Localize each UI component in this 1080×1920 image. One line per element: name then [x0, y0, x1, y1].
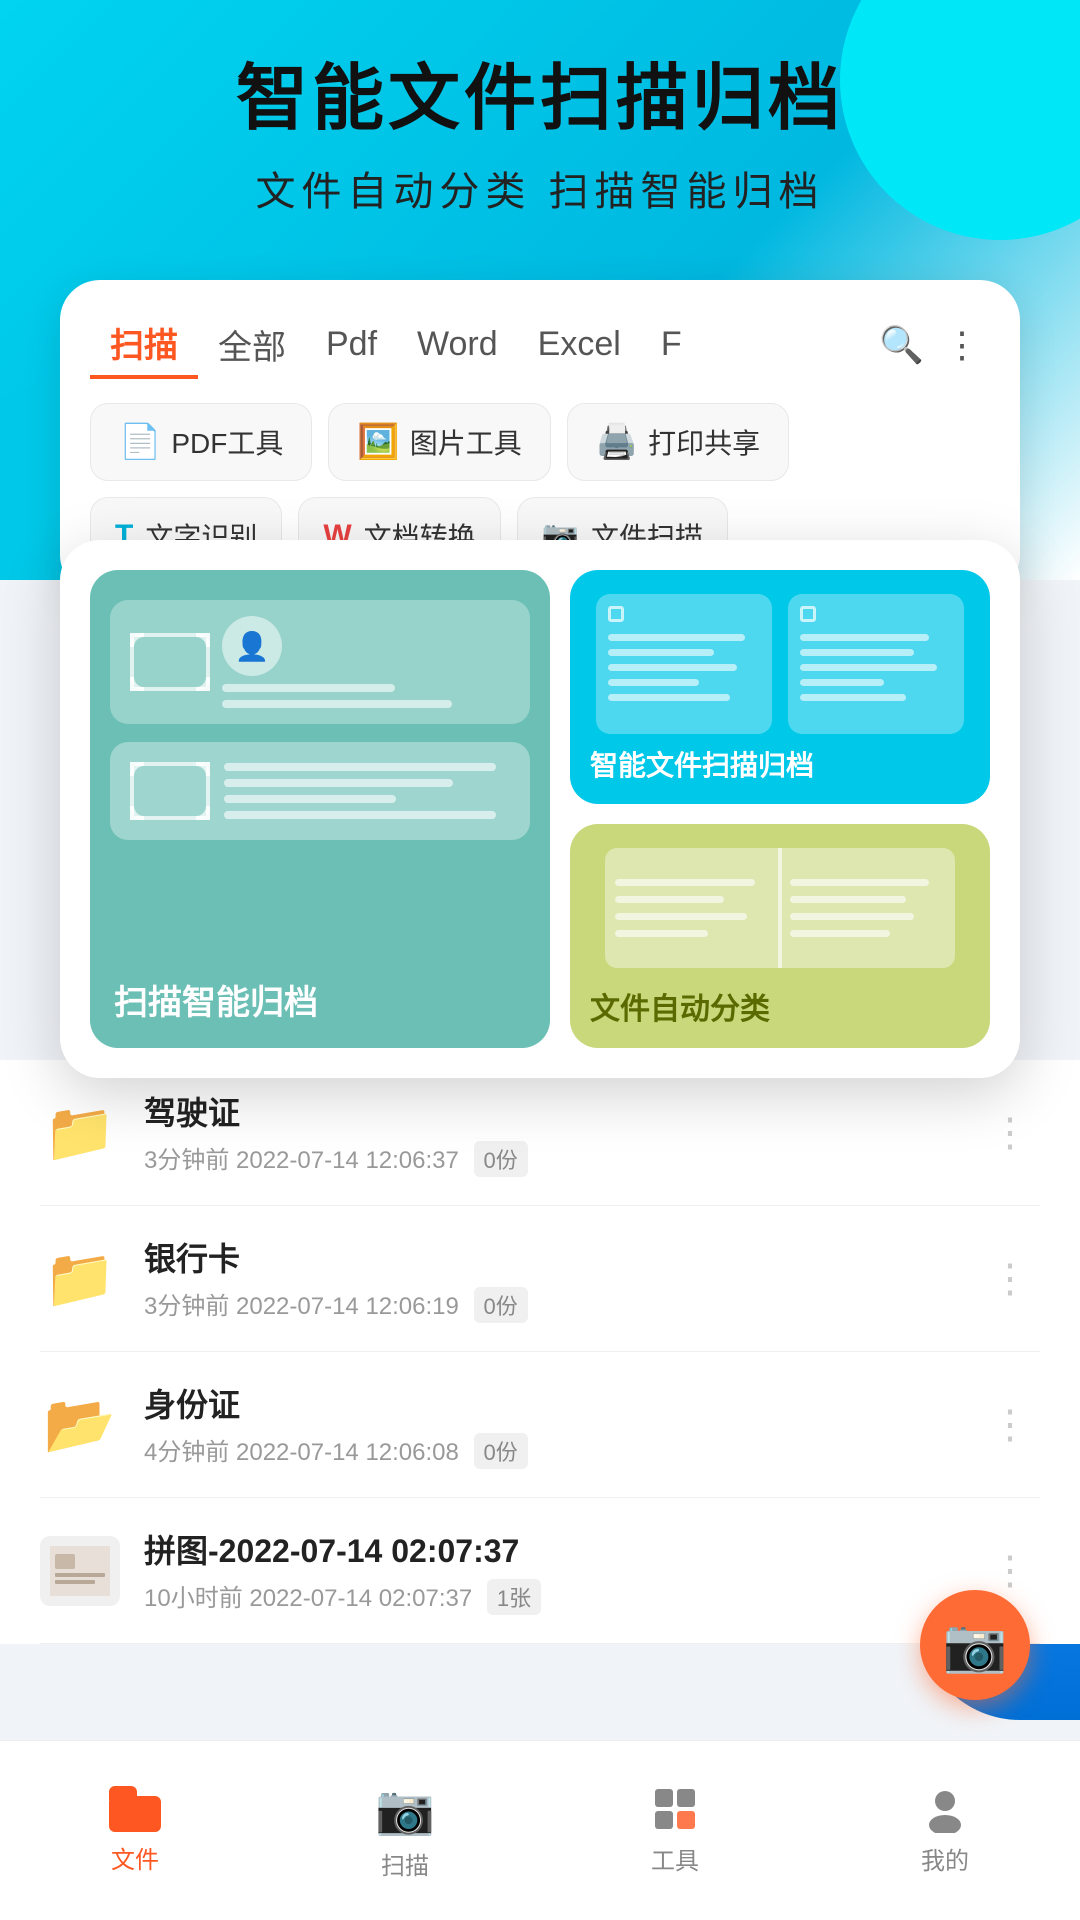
- id-card-mockup: 👤: [110, 600, 530, 724]
- file-item[interactable]: 📂 身份证 4分钟前 2022-07-14 12:06:08 0份 ⋮: [40, 1352, 1040, 1498]
- book-lines-left: [605, 865, 780, 951]
- popup-right-top-label: 智能文件扫描归档: [586, 744, 818, 784]
- files-nav-icon: [109, 1786, 161, 1832]
- image-tool-label: 图片工具: [410, 422, 522, 462]
- scan-nav-label: 扫描: [381, 1846, 429, 1881]
- header-subtitle: 文件自动分类 扫描智能归档: [0, 159, 1080, 217]
- file-item[interactable]: 📁 驾驶证 3分钟前 2022-07-14 12:06:37 0份 ⋮: [40, 1060, 1040, 1206]
- tab-word[interactable]: Word: [397, 317, 518, 372]
- book-icon: [605, 848, 954, 968]
- file-thumb: [40, 1536, 120, 1606]
- file-item[interactable]: 📁 银行卡 3分钟前 2022-07-14 12:06:19 0份 ⋮: [40, 1206, 1040, 1352]
- popup-right-bottom-label: 文件自动分类: [586, 984, 774, 1028]
- file-name: 驾驶证: [144, 1088, 956, 1134]
- popup-right-bottom: 文件自动分类: [570, 824, 990, 1048]
- popup-left-label: 扫描智能归档: [110, 975, 322, 1024]
- tool-row: 📄 PDF工具 🖼️ 图片工具 🖨️ 打印共享: [90, 403, 990, 481]
- camera-icon: 📷: [943, 1615, 1008, 1676]
- folder-icon: 📁: [40, 1244, 120, 1314]
- popup-card: 👤 扫描智能归档: [60, 540, 1020, 1078]
- file-meta: 3分钟前 2022-07-14 12:06:37 0份: [144, 1140, 956, 1177]
- file-name: 拼图-2022-07-14 02:07:37: [144, 1526, 956, 1572]
- header-title: 智能文件扫描归档: [0, 60, 1080, 139]
- doc-icon-1: [596, 594, 772, 734]
- header-section: 智能文件扫描归档 文件自动分类 扫描智能归档: [0, 60, 1080, 217]
- file-info: 银行卡 3分钟前 2022-07-14 12:06:19 0份: [144, 1234, 956, 1323]
- file-info: 身份证 4分钟前 2022-07-14 12:06:08 0份: [144, 1380, 956, 1469]
- tab-scan[interactable]: 扫描: [90, 310, 198, 379]
- file-badge: 1张: [487, 1579, 541, 1615]
- file-info: 拼图-2022-07-14 02:07:37 10小时前 2022-07-14 …: [144, 1526, 956, 1615]
- thumbnail-svg: [50, 1546, 110, 1596]
- popup-right-top: 智能文件扫描归档: [570, 570, 990, 804]
- file-badge: 0份: [474, 1141, 528, 1177]
- file-info: 驾驶证 3分钟前 2022-07-14 12:06:37 0份: [144, 1088, 956, 1177]
- book-spine: [778, 848, 782, 968]
- folder-icon: 📁: [40, 1098, 120, 1168]
- print-icon: 🖨️: [596, 422, 638, 462]
- file-item[interactable]: 拼图-2022-07-14 02:07:37 10小时前 2022-07-14 …: [40, 1498, 1040, 1644]
- pdf-tool-btn[interactable]: 📄 PDF工具: [90, 403, 312, 481]
- file-badge: 0份: [474, 1433, 528, 1469]
- more-icon[interactable]: ⋮: [934, 316, 990, 374]
- tab-bar: 扫描 全部 Pdf Word Excel F 🔍 ⋮: [90, 310, 990, 379]
- nav-item-files[interactable]: 文件: [0, 1741, 270, 1920]
- doc-frame: [130, 762, 210, 820]
- file-meta: 10小时前 2022-07-14 02:07:37 1张: [144, 1578, 956, 1615]
- image-icon: 🖼️: [357, 422, 399, 462]
- book-lines-right: [780, 865, 955, 951]
- popup-right: 智能文件扫描归档 文件自动分类: [570, 570, 990, 1048]
- doc-lines: [224, 763, 510, 819]
- nav-item-scan[interactable]: 📷 扫描: [270, 1741, 540, 1920]
- file-meta: 4分钟前 2022-07-14 12:06:08 0份: [144, 1432, 956, 1469]
- tab-pdf[interactable]: Pdf: [306, 317, 397, 372]
- id-avatar-icon: 👤: [222, 616, 282, 676]
- fab-camera-button[interactable]: 📷: [920, 1590, 1030, 1700]
- pdf-tool-label: PDF工具: [171, 422, 283, 462]
- print-tool-label: 打印共享: [648, 422, 760, 462]
- scan-nav-icon: 📷: [375, 1781, 435, 1838]
- print-tool-btn[interactable]: 🖨️ 打印共享: [567, 403, 789, 481]
- doc-scan-frame: [130, 633, 210, 691]
- search-icon[interactable]: 🔍: [869, 316, 934, 374]
- nav-item-tools[interactable]: 工具: [540, 1741, 810, 1920]
- tools-nav-icon: [651, 1785, 699, 1833]
- image-tool-btn[interactable]: 🖼️ 图片工具: [328, 403, 550, 481]
- tab-f[interactable]: F: [641, 317, 702, 372]
- file-name: 银行卡: [144, 1234, 956, 1280]
- popup-left: 👤 扫描智能归档: [90, 570, 550, 1048]
- tab-all[interactable]: 全部: [198, 312, 306, 377]
- id-lines: 👤: [222, 616, 510, 708]
- file-more-btn[interactable]: ⋮: [980, 1100, 1040, 1166]
- bottom-nav: 文件 📷 扫描 工具 我的: [0, 1740, 1080, 1920]
- file-meta: 3分钟前 2022-07-14 12:06:19 0份: [144, 1286, 956, 1323]
- files-nav-label: 文件: [111, 1840, 159, 1875]
- doc-icon-2: [788, 594, 964, 734]
- file-more-btn[interactable]: ⋮: [980, 1246, 1040, 1312]
- folder-icon: 📂: [40, 1390, 120, 1460]
- tools-nav-label: 工具: [651, 1841, 699, 1876]
- person-nav-icon: [921, 1785, 969, 1833]
- nav-item-mine[interactable]: 我的: [810, 1741, 1080, 1920]
- tab-excel[interactable]: Excel: [518, 317, 641, 372]
- file-more-btn[interactable]: ⋮: [980, 1392, 1040, 1458]
- doc-card-mockup: [110, 742, 530, 840]
- mine-nav-label: 我的: [921, 1841, 969, 1876]
- file-list: 📁 驾驶证 3分钟前 2022-07-14 12:06:37 0份 ⋮ 📁 银行…: [0, 1060, 1080, 1644]
- pdf-icon: 📄: [119, 422, 161, 462]
- file-badge: 0份: [474, 1287, 528, 1323]
- two-docs-icons: [586, 594, 974, 734]
- file-name: 身份证: [144, 1380, 956, 1426]
